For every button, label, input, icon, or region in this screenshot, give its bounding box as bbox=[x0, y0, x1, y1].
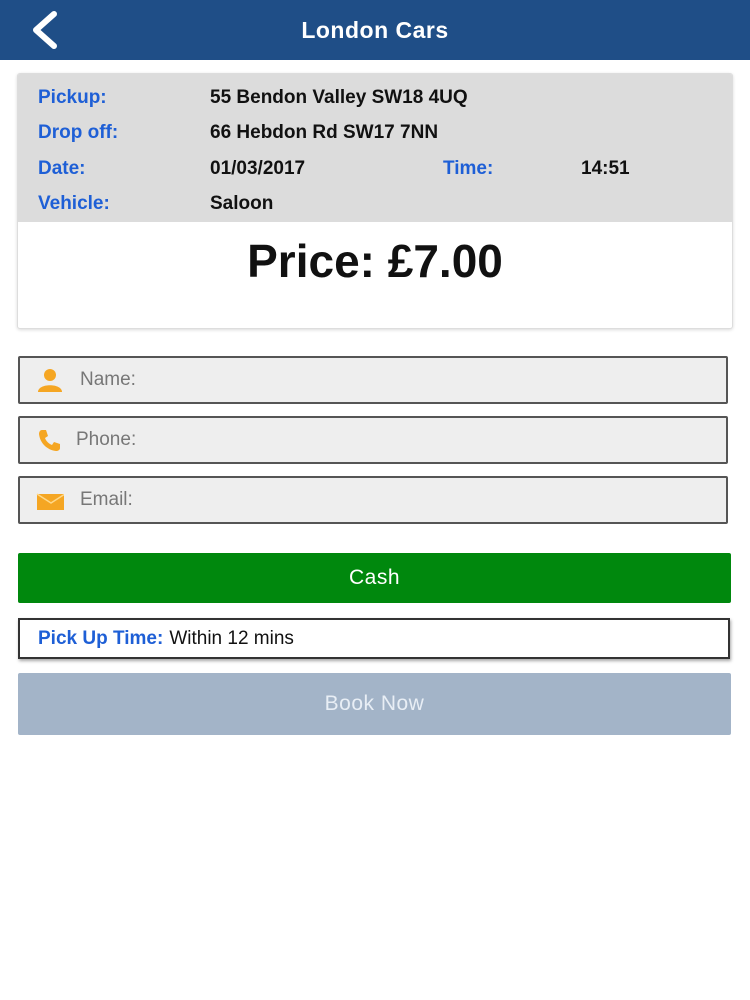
pickup-time-value: Within 12 mins bbox=[169, 627, 294, 649]
name-input[interactable] bbox=[80, 358, 710, 402]
back-button[interactable] bbox=[22, 8, 66, 52]
trip-details: Pickup: 55 Bendon Valley SW18 4UQ Drop o… bbox=[18, 74, 732, 222]
date-time-row: Date: 01/03/2017 Time: 14:51 bbox=[18, 158, 732, 192]
cash-payment-button[interactable]: Cash bbox=[18, 553, 731, 603]
vehicle-value: Saloon bbox=[210, 193, 274, 214]
vehicle-label: Vehicle: bbox=[38, 193, 110, 214]
chevron-left-icon bbox=[33, 11, 57, 49]
email-field[interactable] bbox=[18, 476, 728, 524]
dropoff-row: Drop off: 66 Hebdon Rd SW17 7NN bbox=[18, 122, 732, 156]
date-label: Date: bbox=[38, 158, 86, 179]
dropoff-label: Drop off: bbox=[38, 122, 119, 143]
person-icon bbox=[38, 369, 62, 392]
page-title: London Cars bbox=[301, 16, 449, 43]
vehicle-row: Vehicle: Saloon bbox=[18, 193, 732, 227]
date-value: 01/03/2017 bbox=[210, 158, 306, 179]
time-value: 14:51 bbox=[581, 158, 630, 179]
envelope-icon bbox=[36, 493, 64, 510]
pickup-value: 55 Bendon Valley SW18 4UQ bbox=[210, 87, 468, 108]
time-label: Time: bbox=[443, 158, 494, 179]
name-field[interactable] bbox=[18, 356, 728, 404]
email-input[interactable] bbox=[80, 478, 710, 522]
pickup-time-label: Pick Up Time: bbox=[38, 627, 164, 649]
phone-input[interactable] bbox=[76, 418, 706, 462]
price-display: Price: £7.00 bbox=[247, 235, 503, 287]
pickup-label: Pickup: bbox=[38, 87, 107, 108]
pickup-time-box: Pick Up Time: Within 12 mins bbox=[18, 618, 730, 659]
phone-icon bbox=[39, 430, 60, 451]
dropoff-value: 66 Hebdon Rd SW17 7NN bbox=[210, 122, 439, 143]
pickup-row: Pickup: 55 Bendon Valley SW18 4UQ bbox=[18, 87, 732, 121]
booking-screen: London Cars Pickup: 55 Bendon Valley SW1… bbox=[0, 0, 750, 1000]
app-header: London Cars bbox=[0, 0, 750, 60]
phone-field[interactable] bbox=[18, 416, 728, 464]
trip-summary-card: Pickup: 55 Bendon Valley SW18 4UQ Drop o… bbox=[17, 73, 733, 329]
book-now-button[interactable]: Book Now bbox=[18, 673, 731, 735]
